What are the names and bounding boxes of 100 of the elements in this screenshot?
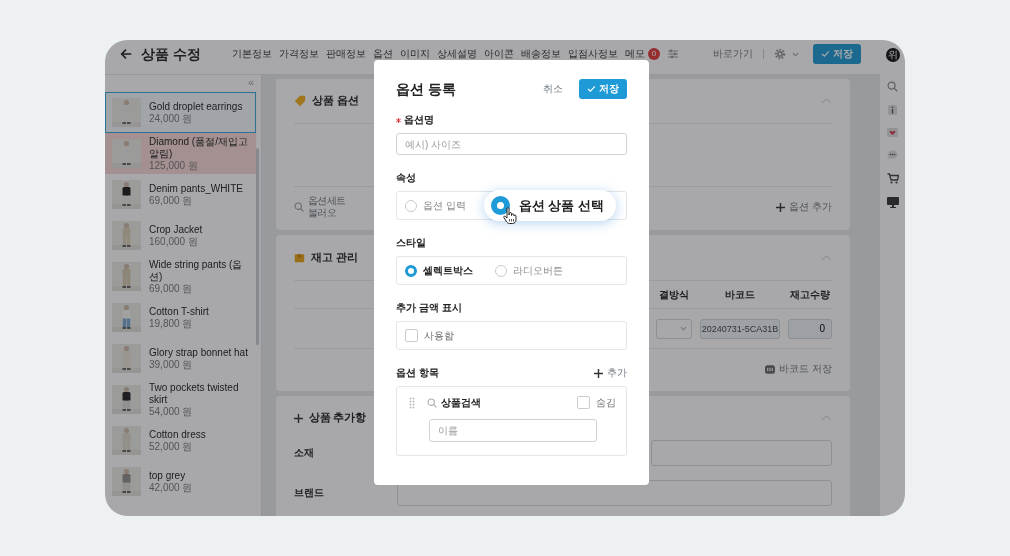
nav-tab[interactable]: 입점사정보	[568, 49, 618, 59]
radio-icon	[495, 264, 507, 277]
check-icon	[821, 50, 830, 58]
field-label: 소재	[294, 447, 315, 459]
avatar[interactable]: 위	[885, 48, 900, 62]
field-label: 스타일	[396, 237, 426, 249]
product-name: Wide string pants (옵션)	[149, 258, 244, 283]
barcode-save-icon	[765, 364, 776, 374]
hand-cursor-icon	[502, 207, 517, 224]
radio-option[interactable]: 라디오버튼	[495, 264, 563, 277]
product-price: 24,000 원	[149, 112, 194, 125]
drag-handle-icon[interactable]	[409, 396, 415, 409]
product-name: Cotton T-shirt	[149, 305, 209, 318]
caret-icon	[792, 51, 799, 57]
chat-icon[interactable]	[887, 150, 898, 160]
plus-icon	[594, 368, 603, 378]
dialog-title: 옵션 등록	[396, 80, 456, 98]
add-link[interactable]: 추가	[594, 367, 627, 379]
column-header: 바코드	[724, 288, 756, 301]
nav-tab[interactable]: 판매정보	[326, 49, 366, 59]
shortcut-link[interactable]: 바로가기	[713, 48, 753, 60]
chevron-up-icon[interactable]	[821, 415, 832, 421]
product-item[interactable]: Gold droplet earrings 24,000 원	[105, 92, 256, 133]
nav-tab[interactable]: 기본정보	[232, 49, 272, 59]
product-price: 42,000 원	[149, 481, 193, 494]
field-label: 추가 금액 표시	[396, 302, 462, 314]
field-label: 옵션 항목	[396, 367, 439, 379]
product-name: Cotton dress	[149, 428, 206, 441]
product-name: Crop Jacket	[149, 223, 203, 236]
search-icon	[427, 397, 437, 408]
nav-tab[interactable]: 옵션	[373, 49, 393, 59]
field-label: 옵션명	[404, 114, 434, 126]
product-item[interactable]: Two pockets twisted skirt 54,000 원	[105, 379, 256, 420]
nav-tab[interactable]: 이미지	[400, 49, 430, 59]
product-item[interactable]: Denim pants_WHITE 69,000 원	[105, 174, 256, 215]
nav-tab[interactable]: 가격정보	[279, 49, 319, 59]
tag-icon	[294, 95, 306, 107]
monitor-icon[interactable]	[886, 197, 899, 208]
product-price: 52,000 원	[149, 440, 194, 453]
product-item[interactable]: top grey 42,000 원	[105, 461, 256, 502]
scrollbar[interactable]	[256, 148, 259, 345]
chevron-up-icon[interactable]	[821, 254, 832, 261]
sliders-icon[interactable]	[667, 48, 679, 60]
radio-option[interactable]: 옵션 입력	[405, 199, 466, 212]
search-icon[interactable]	[887, 81, 898, 92]
barcode-field[interactable]: 20240731-5CA31B	[700, 318, 780, 339]
box-icon	[294, 252, 305, 263]
product-item[interactable]: Cotton T-shirt 19,800 원	[105, 297, 256, 338]
product-price: 19,800 원	[149, 317, 194, 330]
column-header: 재고수량	[789, 288, 831, 301]
load-option-set-link[interactable]: 옵션세트 불러오	[308, 195, 372, 219]
name-field[interactable]: 이름	[429, 419, 597, 442]
radio-icon	[405, 199, 417, 212]
nav-tab[interactable]: 배송정보	[521, 49, 561, 59]
dropdown[interactable]	[656, 318, 692, 339]
section-title: 상품 추가항	[309, 411, 366, 425]
settings-icon[interactable]	[774, 48, 786, 60]
count-badge: 0	[648, 48, 660, 60]
product-item[interactable]: Wide string pants (옵션) 69,000 원	[105, 256, 256, 297]
field-label: 브랜드	[294, 487, 325, 499]
text-field[interactable]: 예시) 사이즈	[396, 133, 627, 155]
plus-icon	[776, 202, 786, 212]
quantity-field[interactable]: 0	[788, 318, 832, 339]
product-item[interactable]: Cotton dress 52,000 원	[105, 420, 256, 461]
product-search-link[interactable]: 상품검색	[427, 396, 481, 409]
nav-tab[interactable]: 상세설명	[437, 49, 477, 59]
product-price: 54,000 원	[149, 405, 194, 418]
section-title: 상품 옵션	[312, 94, 360, 108]
cancel-link[interactable]: 취소	[543, 83, 563, 95]
check-icon	[587, 85, 596, 93]
product-item[interactable]: Glory strap bonnet hat 39,000 원	[105, 338, 256, 379]
caret-icon	[680, 326, 687, 331]
plus-icon	[294, 413, 303, 423]
cart-icon[interactable]	[886, 173, 899, 184]
product-item[interactable]: Crop Jacket 160,000 원	[105, 215, 256, 256]
product-item[interactable]: Diamond (품절/재입고알림) 125,000 원	[105, 133, 256, 174]
radio-option[interactable]: 셀렉트박스	[405, 264, 473, 277]
product-name: Denim pants_WHITE	[149, 182, 243, 195]
nav-tab[interactable]: 메모 0	[625, 48, 660, 60]
back-arrow-icon[interactable]	[119, 47, 133, 61]
save-barcode-link[interactable]: 바코드 저장	[765, 363, 832, 375]
product-price: 125,000 원	[149, 159, 199, 172]
product-name: Two pockets twisted skirt	[149, 381, 240, 406]
chevron-up-icon[interactable]	[821, 98, 832, 104]
text-field[interactable]	[651, 440, 832, 466]
nav-tab[interactable]: 아이콘	[484, 49, 514, 59]
checkbox[interactable]: 사용함	[405, 329, 454, 342]
product-price: 39,000 원	[149, 358, 194, 371]
section-title: 재고 관리	[311, 250, 359, 265]
product-price: 69,000 원	[149, 194, 194, 207]
checkbox[interactable]: 숨김	[577, 396, 616, 409]
radio-icon	[405, 264, 417, 277]
heart-card-icon[interactable]	[887, 128, 898, 137]
radio-option[interactable]: 옵션 상품 선택	[483, 190, 616, 221]
info-icon[interactable]	[888, 105, 897, 115]
column-header: 결방식	[658, 288, 690, 301]
product-name: Diamond (품절/재입고알림)	[149, 135, 249, 160]
search-icon	[294, 202, 304, 212]
product-name: top grey	[149, 469, 187, 482]
add-option-link[interactable]: 옵션 추가	[776, 201, 832, 213]
